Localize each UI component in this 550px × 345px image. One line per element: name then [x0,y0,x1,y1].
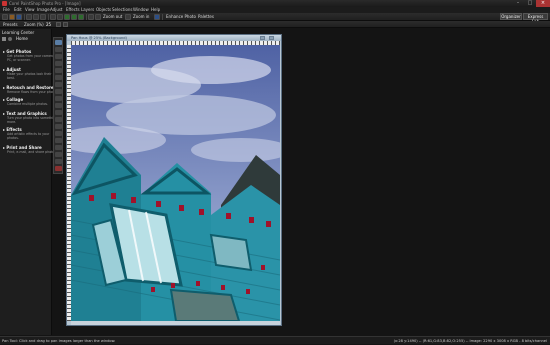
section-desc: Combine multiple photos. [7,102,49,106]
learning-section-collage[interactable]: ▸ Collage Combine multiple photos. [3,97,51,106]
organizer-button[interactable]: Organizer [500,13,522,20]
image-minimize-button[interactable] [260,36,265,40]
standard-toolbar: Zoom out Zoom in Enhance Photo Palettes [0,13,550,21]
zoom-in-icon[interactable] [125,14,131,20]
perspective-tool-icon[interactable] [55,96,62,101]
maximize-button[interactable]: □ [523,0,537,7]
house-photo [71,45,280,321]
zoom-spin-icon[interactable] [56,22,61,27]
learning-section-print-share[interactable]: ▸ Print and Share Print, e-mail, and sha… [3,145,58,154]
zoom-tool-icon[interactable] [55,47,62,52]
clone-tool-icon[interactable] [55,117,62,122]
learning-section-effects[interactable]: ▸ Effects Add artistic effects to your p… [3,127,51,140]
camera-icon[interactable] [40,14,46,20]
color-swatch-icon[interactable] [55,166,62,171]
red-eye-tool-icon[interactable] [55,103,62,108]
tools-palette [53,37,63,174]
section-desc: PC, or scanner. [7,58,31,62]
breadcrumb-label: Home [16,36,28,41]
horizontal-scrollbar[interactable] [71,321,280,325]
learning-section-get-photos[interactable]: ▸ Get Photos Get photos from your camera… [3,49,55,62]
enhance-photo-menu[interactable]: Enhance Photo [166,13,196,21]
fit-icon[interactable] [154,14,160,20]
save-icon[interactable] [16,14,22,20]
print-icon[interactable] [26,14,32,20]
dropper-tool-icon[interactable] [55,75,62,80]
close-button[interactable]: × [536,0,550,7]
straighten-tool-icon[interactable] [55,89,62,94]
section-desc: photos. [7,136,19,140]
section-desc: more. [7,120,17,124]
separator [162,14,163,20]
zoom-out-button[interactable]: Zoom out [103,13,122,21]
move-tool-icon[interactable] [55,61,62,66]
zoom-percent-label: Zoom (%) [24,22,44,27]
eraser-tool-icon[interactable] [55,145,62,150]
status-bar: Pan Tool: Click and drag to pan images l… [0,336,550,344]
zoom-in-button[interactable]: Zoom in [133,13,149,21]
zoom-out-icon[interactable] [95,14,101,20]
separator [24,14,25,20]
learning-center-title: Learning Center [2,30,35,35]
learning-section-retouch[interactable]: ▸ Retouch and Restore Remove flaws from … [3,85,59,94]
scan-icon[interactable] [33,14,39,20]
pick-tool-icon[interactable] [55,54,62,59]
paste-icon[interactable] [78,14,84,20]
learning-section-adjust[interactable]: ▸ Adjust Make your photos look their bes… [3,67,52,80]
cut-icon[interactable] [64,14,70,20]
dodge-tool-icon[interactable] [55,138,62,143]
redo-icon[interactable] [57,14,63,20]
app-icon [2,1,7,6]
express-lab-button[interactable]: Express Lab [523,13,548,24]
home-icon[interactable] [2,37,6,41]
breadcrumb: Home [2,36,50,42]
image-maximize-button[interactable] [269,36,274,40]
palettes-menu[interactable]: Palettes [198,13,214,21]
crop-tool-icon[interactable] [55,82,62,87]
section-desc: Print, e-mail, and share photos. [7,150,58,154]
crop-icon[interactable] [88,14,94,20]
section-desc: Remove flaws from your photos. [7,90,59,94]
title-bar: Corel PaintShop Photo Pro - [Image] – □ … [0,0,550,7]
undo-icon[interactable] [50,14,56,20]
selection-tool-icon[interactable] [55,68,62,73]
zoom-percent-value[interactable]: 25 [46,21,51,28]
pan-tool-icon[interactable] [55,40,62,45]
new-icon[interactable] [2,14,8,20]
learning-center-panel: Learning Center Home ▸ Get Photos Get ph… [0,29,59,335]
tool-options-bar: Presets Zoom (%) 25 [0,21,550,28]
scratch-remover-icon[interactable] [55,124,62,129]
zoom-actual-icon[interactable] [63,22,68,27]
window-title: Corel PaintShop Photo Pro - [Image] [9,1,81,6]
fill-tool-icon[interactable] [55,152,62,157]
section-desc: best. [7,76,15,80]
separator [86,14,87,20]
brush-tool-icon[interactable] [55,131,62,136]
copy-icon[interactable] [71,14,77,20]
open-icon[interactable] [9,14,15,20]
makeover-tool-icon[interactable] [55,110,62,115]
image-canvas[interactable] [71,45,280,321]
image-window: Pan Hous @ 25% (Background) [66,34,282,326]
text-tool-icon[interactable] [55,159,62,164]
back-icon[interactable] [8,37,12,41]
separator [48,14,49,20]
learning-section-text-graphics[interactable]: ▸ Text and Graphics Turn your photo into… [3,111,57,124]
